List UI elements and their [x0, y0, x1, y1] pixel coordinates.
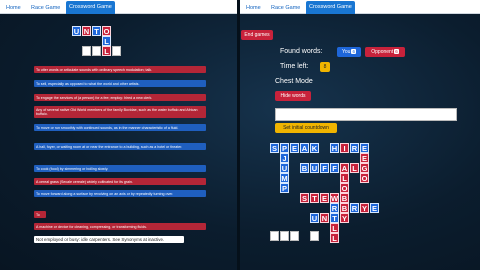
board-cell: L — [102, 46, 111, 56]
grid-letter-cell: A — [340, 163, 349, 173]
grid-letter-cell: E — [320, 193, 329, 203]
grid-letter-cell: R — [350, 203, 359, 213]
clue-item[interactable]: To move forward along a surface by revol… — [34, 190, 206, 198]
nav-race-game[interactable]: Race Game — [268, 2, 303, 14]
board-cell: N — [82, 26, 91, 36]
opponent-label: Opponent — [371, 49, 394, 55]
grid-letter-cell: P — [280, 183, 289, 193]
grid-letter-cell: B — [340, 193, 349, 203]
you-count: 6 — [351, 49, 356, 55]
countdown-input[interactable] — [275, 108, 457, 121]
grid-letter-cell: L — [330, 233, 339, 243]
end-games-button[interactable]: End games — [241, 30, 273, 40]
grid-letter-cell: O — [340, 183, 349, 193]
board-cell: L — [102, 36, 111, 46]
grid-letter-cell: L — [350, 163, 359, 173]
nav-race-game[interactable]: Race Game — [28, 2, 63, 14]
board-cell-empty — [82, 46, 91, 56]
grid-letter-cell: Y — [360, 203, 369, 213]
grid-letter-cell: W — [330, 193, 339, 203]
grid-letter-cell: N — [320, 213, 329, 223]
time-left-label: Time left: — [280, 63, 309, 70]
grid-letter-cell: F — [330, 163, 339, 173]
grid-empty-cell — [280, 231, 289, 241]
clue-item[interactable]: To move or run smoothly with continued s… — [34, 124, 206, 132]
grid-empty-cell — [310, 231, 319, 241]
grid-letter-cell: B — [300, 163, 309, 173]
navbar-right: Home Race Game Crossword Game — [240, 0, 480, 14]
clue-item[interactable]: To cook (food) by simmering or boiling s… — [34, 165, 206, 173]
grid-letter-cell: M — [280, 173, 289, 183]
grid-letter-cell: E — [290, 143, 299, 153]
grid-letter-cell: A — [300, 143, 309, 153]
board-cell: T — [92, 26, 101, 36]
grid-letter-cell: S — [270, 143, 279, 153]
navbar-left: Home Race Game Crossword Game — [0, 0, 238, 14]
hide-words-button[interactable]: Hide words — [275, 91, 311, 101]
clue-item[interactable]: A hall, foyer, or waiting room at or nea… — [34, 143, 206, 151]
grid-letter-cell: K — [310, 143, 319, 153]
you-label: You — [342, 49, 351, 55]
grid-letter-cell: R — [330, 203, 339, 213]
grid-letter-cell: I — [340, 143, 349, 153]
grid-letter-cell: R — [350, 143, 359, 153]
opponent-score-badge: Opponent 6 — [365, 47, 405, 57]
grid-letter-cell: Y — [340, 213, 349, 223]
grid-letter-cell: L — [330, 223, 339, 233]
left-pane: Home Race Game Crossword Game U N T O L … — [0, 0, 238, 270]
clue-item[interactable]: To engage the services of (a person) for… — [34, 94, 206, 102]
found-words-label: Found words: — [280, 48, 323, 55]
grid-letter-cell: B — [340, 203, 349, 213]
clue-item[interactable]: To — [34, 211, 46, 219]
grid-letter-cell: G — [360, 163, 369, 173]
clue-item[interactable]: A machine or device for cleaning, compre… — [34, 223, 206, 231]
grid-letter-cell: T — [330, 213, 339, 223]
nav-home[interactable]: Home — [243, 2, 264, 14]
grid-empty-cell — [290, 231, 299, 241]
nav-crossword-game[interactable]: Crossword Game — [306, 1, 355, 14]
grid-letter-cell: U — [280, 163, 289, 173]
grid-letter-cell: P — [280, 143, 289, 153]
cheat-mode-label: Chest Mode — [275, 78, 313, 85]
grid-letter-cell: H — [330, 143, 339, 153]
you-score-badge: You 6 — [337, 47, 361, 57]
grid-empty-cell — [270, 231, 279, 241]
grid-letter-cell: U — [310, 163, 319, 173]
clue-item[interactable]: To sell, especially as opposed to what t… — [34, 80, 206, 88]
right-pane: Home Race Game Crossword Game End games … — [240, 0, 480, 270]
nav-crossword-game[interactable]: Crossword Game — [66, 1, 115, 14]
board-cell: U — [72, 26, 81, 36]
grid-letter-cell: E — [360, 143, 369, 153]
time-left-value: 8 — [320, 62, 330, 72]
grid-letter-cell: J — [280, 153, 289, 163]
grid-letter-cell: O — [360, 173, 369, 183]
board-cell: O — [102, 26, 111, 36]
grid-letter-cell: E — [360, 153, 369, 163]
set-countdown-button[interactable]: Set initial countdown — [275, 123, 337, 133]
grid-letter-cell: L — [340, 173, 349, 183]
opponent-count: 6 — [394, 49, 399, 55]
clue-item[interactable]: A cereal grass (Secale cereale) widely c… — [34, 178, 206, 186]
grid-letter-cell: E — [370, 203, 379, 213]
grid-letter-cell: U — [310, 213, 319, 223]
grid-letter-cell: S — [300, 193, 309, 203]
grid-letter-cell: T — [310, 193, 319, 203]
clue-item[interactable]: Any of several native Old World members … — [34, 106, 206, 118]
clue-item-selected[interactable]: Not employed or busy: idle carpenters. S… — [34, 236, 184, 244]
nav-home[interactable]: Home — [3, 2, 24, 14]
clue-item[interactable]: To utter words or articulate sounds with… — [34, 66, 206, 74]
board-cell-empty — [112, 46, 121, 56]
grid-letter-cell: F — [320, 163, 329, 173]
board-cell-empty — [92, 46, 101, 56]
